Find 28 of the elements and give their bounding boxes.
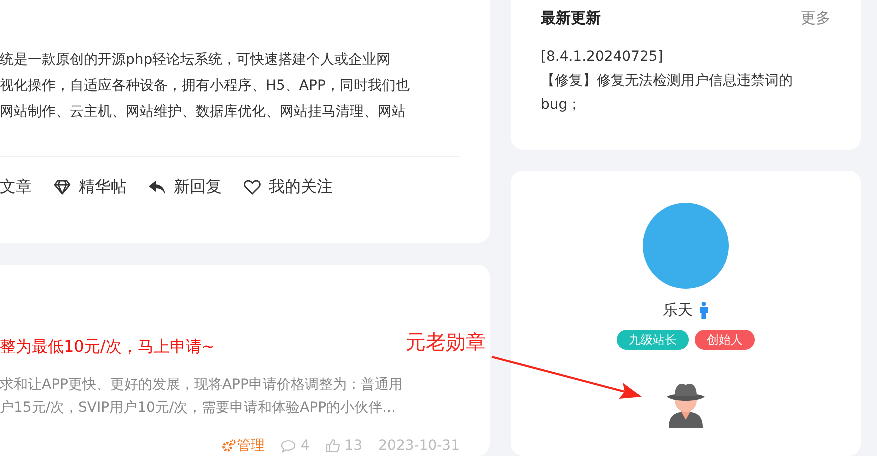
- description-text: 统是一款原创的开源php轻论坛系统，可快速搭建个人或企业网: [0, 51, 392, 70]
- post-summary: 求和让APP更快、更好的发展，现将APP申请价格调整为：普通用: [0, 376, 404, 395]
- nav-link[interactable]: 新回复: [149, 177, 222, 198]
- comment-count: 4: [300, 438, 310, 454]
- nav-link[interactable]: 文章: [0, 177, 32, 198]
- gear-icon: [222, 439, 236, 453]
- reply-icon: [149, 180, 166, 194]
- comment-icon: [280, 440, 296, 452]
- description-text: 网站制作、云主机、网站维护、数据库优化、网站挂马清理、网站: [0, 103, 407, 122]
- annotation-text: 元老勋章: [406, 329, 486, 356]
- like-count: 13: [344, 438, 363, 454]
- section-title: 最新更新: [541, 9, 601, 28]
- post-title[interactable]: 整为最低10元/次，马上申请~: [0, 335, 216, 359]
- more-link[interactable]: 更多: [801, 9, 831, 28]
- rank-badge: 创始人: [695, 330, 755, 350]
- update-text: [8.4.1.20240725]: [541, 48, 664, 67]
- post-date: 2023-10-31: [378, 438, 460, 454]
- heart-icon: [244, 180, 261, 195]
- rank-badge: 九级站长: [617, 330, 689, 350]
- post-summary: 户15元/次，SVIP用户10元/次，需要申请和体验APP的小伙伴...: [0, 399, 397, 418]
- description-text: 视化操作，自适应各种设备，拥有小程序、H5、APP，同时我们也: [0, 77, 411, 96]
- update-text: bug；: [541, 96, 583, 115]
- update-text: 【修复】修复无法检测用户信息违禁词的: [541, 72, 794, 91]
- nav-link[interactable]: 精华帖: [54, 177, 127, 198]
- user-name[interactable]: 乐天: [663, 301, 693, 320]
- thumbs-up-icon: [326, 439, 340, 453]
- diamond-icon: [54, 180, 71, 195]
- nav-link[interactable]: 我的关注: [244, 177, 333, 198]
